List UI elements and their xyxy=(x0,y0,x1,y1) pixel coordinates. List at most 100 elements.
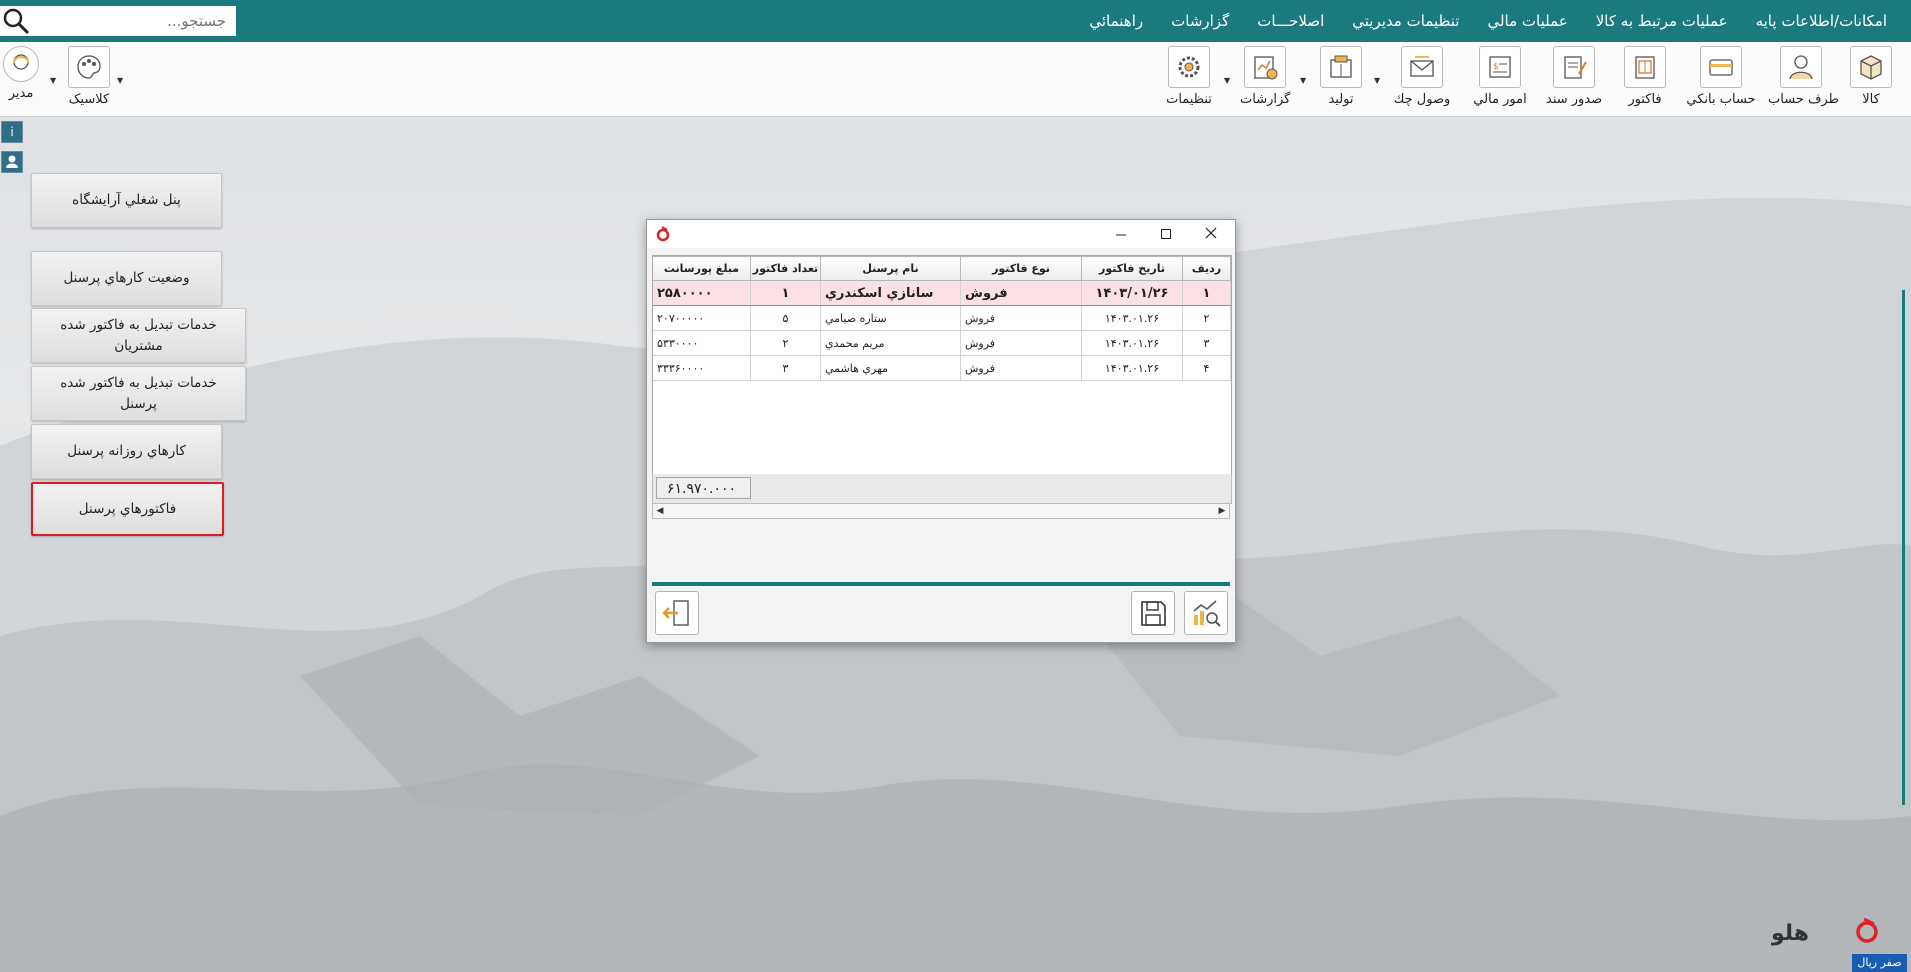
settings-dropdown-arrow[interactable]: ▼ xyxy=(1224,76,1230,85)
table-row[interactable]: ۲ ۱۴۰۳.۰۱.۲۶ فروش ستاره صيامي ۵ ۲۰۷۰۰۰۰۰ xyxy=(653,305,1231,331)
cell-invoice-count: ۱ xyxy=(750,280,821,306)
user-avatar-icon xyxy=(3,46,39,82)
minimize-button[interactable] xyxy=(1101,222,1141,246)
cell-commission-amount: ۲۵۸۰۰۰۰ xyxy=(653,280,751,306)
cell-row-number: ۱ xyxy=(1182,280,1231,306)
scroll-left-arrow-icon[interactable]: ◀ xyxy=(653,504,667,518)
menu-financial-operations[interactable]: عمليات مالي xyxy=(1473,12,1581,30)
bank-card-icon xyxy=(1700,46,1742,88)
menu-reports[interactable]: گزارشات xyxy=(1157,12,1243,30)
production-dropdown-arrow[interactable]: ▼ xyxy=(1374,76,1380,85)
toolbar-label: حساب بانکي xyxy=(1686,92,1756,107)
box-icon xyxy=(1850,46,1892,88)
top-menu-bar: امکانات/اطلاعات پايه عمليات مرتبط به کال… xyxy=(0,0,1911,42)
toolbar-label: مدير xyxy=(8,86,34,101)
toolbar-financial-affairs-button[interactable]: $ امور مالي xyxy=(1472,46,1528,112)
grid-footer: ۶۱.۹۷۰.۰۰۰ xyxy=(652,474,1232,504)
customer-invoiced-services-button[interactable]: خدمات تبديل به فاکتور شده مشتريان xyxy=(31,308,246,363)
column-header-invoice-type[interactable]: نوع فاکتور xyxy=(960,256,1082,281)
invoices-grid: رديف تاريخ فاکتور نوع فاکتور نام پرسنل ت… xyxy=(652,255,1232,475)
column-header-invoice-date[interactable]: تاريخ فاکتور xyxy=(1081,256,1183,281)
menu-corrections[interactable]: اصلاحـــات xyxy=(1243,12,1338,30)
cheque-envelope-icon xyxy=(1401,46,1443,88)
cell-commission-amount: ۳۳۳۶۰۰۰۰ xyxy=(653,355,751,381)
invoices-table: رديف تاريخ فاکتور نوع فاکتور نام پرسنل ت… xyxy=(653,256,1231,381)
cell-commission-amount: ۲۰۷۰۰۰۰۰ xyxy=(653,305,751,331)
toolbar-label: طرف حساب xyxy=(1768,92,1839,107)
menu-goods-operations[interactable]: عمليات مرتبط به کالا xyxy=(1582,12,1742,30)
cell-personnel-name: ستاره صيامي xyxy=(820,305,961,331)
right-edge-scrollbar[interactable] xyxy=(1902,290,1905,805)
table-row[interactable]: ۱ ۱۴۰۳/۰۱/۲۶ فروش سانازي اسکندري ۱ ۲۵۸۰۰… xyxy=(653,280,1231,306)
user-card-icon[interactable] xyxy=(1,151,23,173)
table-row[interactable]: ۳ ۱۴۰۳.۰۱.۲۶ فروش مريم محمدي ۲ ۵۳۳۰۰۰۰ xyxy=(653,330,1231,356)
cell-invoice-count: ۳ xyxy=(750,355,821,381)
personnel-work-status-button[interactable]: وضعيت کارهاي پرسنل xyxy=(31,251,222,306)
toolbar-settings-button[interactable]: تنظيمات xyxy=(1166,46,1212,112)
svg-text:$: $ xyxy=(1493,62,1499,72)
toolbar-production-button[interactable]: توليد xyxy=(1318,46,1364,112)
info-icon[interactable]: i xyxy=(1,121,23,143)
horizontal-scrollbar[interactable]: ◀ ▶ xyxy=(652,503,1230,519)
cell-invoice-type: فروش xyxy=(960,280,1082,306)
cell-commission-amount: ۵۳۳۰۰۰۰ xyxy=(653,330,751,356)
personnel-invoices-dialog: رديف تاريخ فاکتور نوع فاکتور نام پرسنل ت… xyxy=(646,219,1236,643)
theme-dropdown-arrow[interactable]: ▼ xyxy=(117,76,123,85)
toolbar-issue-document-button[interactable]: صدور سند xyxy=(1546,46,1602,112)
toolbar-account-party-button[interactable]: طرف حساب xyxy=(1768,46,1839,112)
personnel-daily-work-button[interactable]: کارهاي روزانه پرسنل xyxy=(31,424,222,479)
column-header-row-number[interactable]: رديف xyxy=(1182,256,1231,281)
dialog-title-bar xyxy=(647,220,1235,248)
toolbar-cheque-collection-button[interactable]: وصول چك xyxy=(1390,46,1454,112)
column-header-commission-amount[interactable]: مبلغ پورسانت xyxy=(653,256,751,281)
toolbar-bank-account-button[interactable]: حساب بانکي xyxy=(1686,46,1756,112)
save-button[interactable] xyxy=(1131,591,1175,635)
table-row[interactable]: ۴ ۱۴۰۳.۰۱.۲۶ فروش مهري هاشمي ۳ ۳۳۳۶۰۰۰۰ xyxy=(653,355,1231,381)
toolbar-goods-button[interactable]: کالا xyxy=(1848,46,1894,112)
toolbar: کالا طرف حساب حساب بانکي فاکتور صدور سند… xyxy=(0,42,1911,117)
report-preview-button[interactable] xyxy=(1184,591,1228,635)
toolbar-invoice-button[interactable]: فاکتور xyxy=(1622,46,1668,112)
column-header-personnel-name[interactable]: نام پرسنل xyxy=(820,256,961,281)
user-dropdown-arrow[interactable]: ▼ xyxy=(50,76,56,85)
exit-door-icon xyxy=(662,600,689,626)
exit-button[interactable] xyxy=(655,591,699,635)
brand-logo: هلو xyxy=(1770,916,1881,946)
menu-basic-info[interactable]: امکانات/اطلاعات پايه xyxy=(1742,12,1901,30)
document-pen-icon xyxy=(1553,46,1595,88)
search-icon[interactable] xyxy=(2,7,30,35)
report-chart-icon xyxy=(1244,46,1286,88)
invoice-icon xyxy=(1624,46,1666,88)
toolbar-label: صدور سند xyxy=(1546,92,1603,107)
toolbar-label: گزارشات xyxy=(1240,92,1291,107)
reports-dropdown-arrow[interactable]: ▼ xyxy=(1300,76,1306,85)
personnel-invoices-button[interactable]: فاکتورهاي پرسنل xyxy=(31,482,224,536)
menu-help[interactable]: راهنمائي xyxy=(1075,12,1157,30)
cell-invoice-type: فروش xyxy=(960,330,1082,356)
scroll-right-arrow-icon[interactable]: ▶ xyxy=(1215,504,1229,518)
cell-invoice-date: ۱۴۰۳.۰۱.۲۶ xyxy=(1081,355,1183,381)
user-manager-button[interactable]: مدير xyxy=(2,46,40,112)
cell-personnel-name: مريم محمدي xyxy=(820,330,961,356)
table-header-row: رديف تاريخ فاکتور نوع فاکتور نام پرسنل ت… xyxy=(653,256,1231,281)
money-icon: $ xyxy=(1479,46,1521,88)
cell-personnel-name: مهري هاشمي xyxy=(820,355,961,381)
theme-classic-button[interactable]: کلاسيک xyxy=(66,46,112,112)
toolbar-label: امور مالي xyxy=(1473,92,1527,107)
palette-icon xyxy=(68,46,110,88)
salon-job-panel-button[interactable]: پنل شغلي آرايشگاه xyxy=(31,173,222,228)
main-menu: امکانات/اطلاعات پايه عمليات مرتبط به کال… xyxy=(1075,0,1901,42)
personnel-invoiced-services-button[interactable]: خدمات تبديل به فاکتور شده پرسنل xyxy=(31,366,246,421)
column-header-invoice-count[interactable]: تعداد فاکتور xyxy=(750,256,821,281)
close-button[interactable] xyxy=(1191,222,1231,246)
cell-invoice-date: ۱۴۰۳.۰۱.۲۶ xyxy=(1081,305,1183,331)
menu-management-settings[interactable]: تنظيمات مديريتي xyxy=(1338,12,1473,30)
toolbar-label: تنظيمات xyxy=(1166,92,1212,107)
maximize-button[interactable] xyxy=(1146,222,1186,246)
search-input[interactable] xyxy=(30,6,230,36)
toolbar-reports-button[interactable]: گزارشات xyxy=(1240,46,1290,112)
cell-invoice-count: ۲ xyxy=(750,330,821,356)
cell-invoice-date: ۱۴۰۳/۰۱/۲۶ xyxy=(1081,280,1183,306)
cell-row-number: ۲ xyxy=(1182,305,1231,331)
chart-magnifier-icon xyxy=(1193,600,1221,627)
